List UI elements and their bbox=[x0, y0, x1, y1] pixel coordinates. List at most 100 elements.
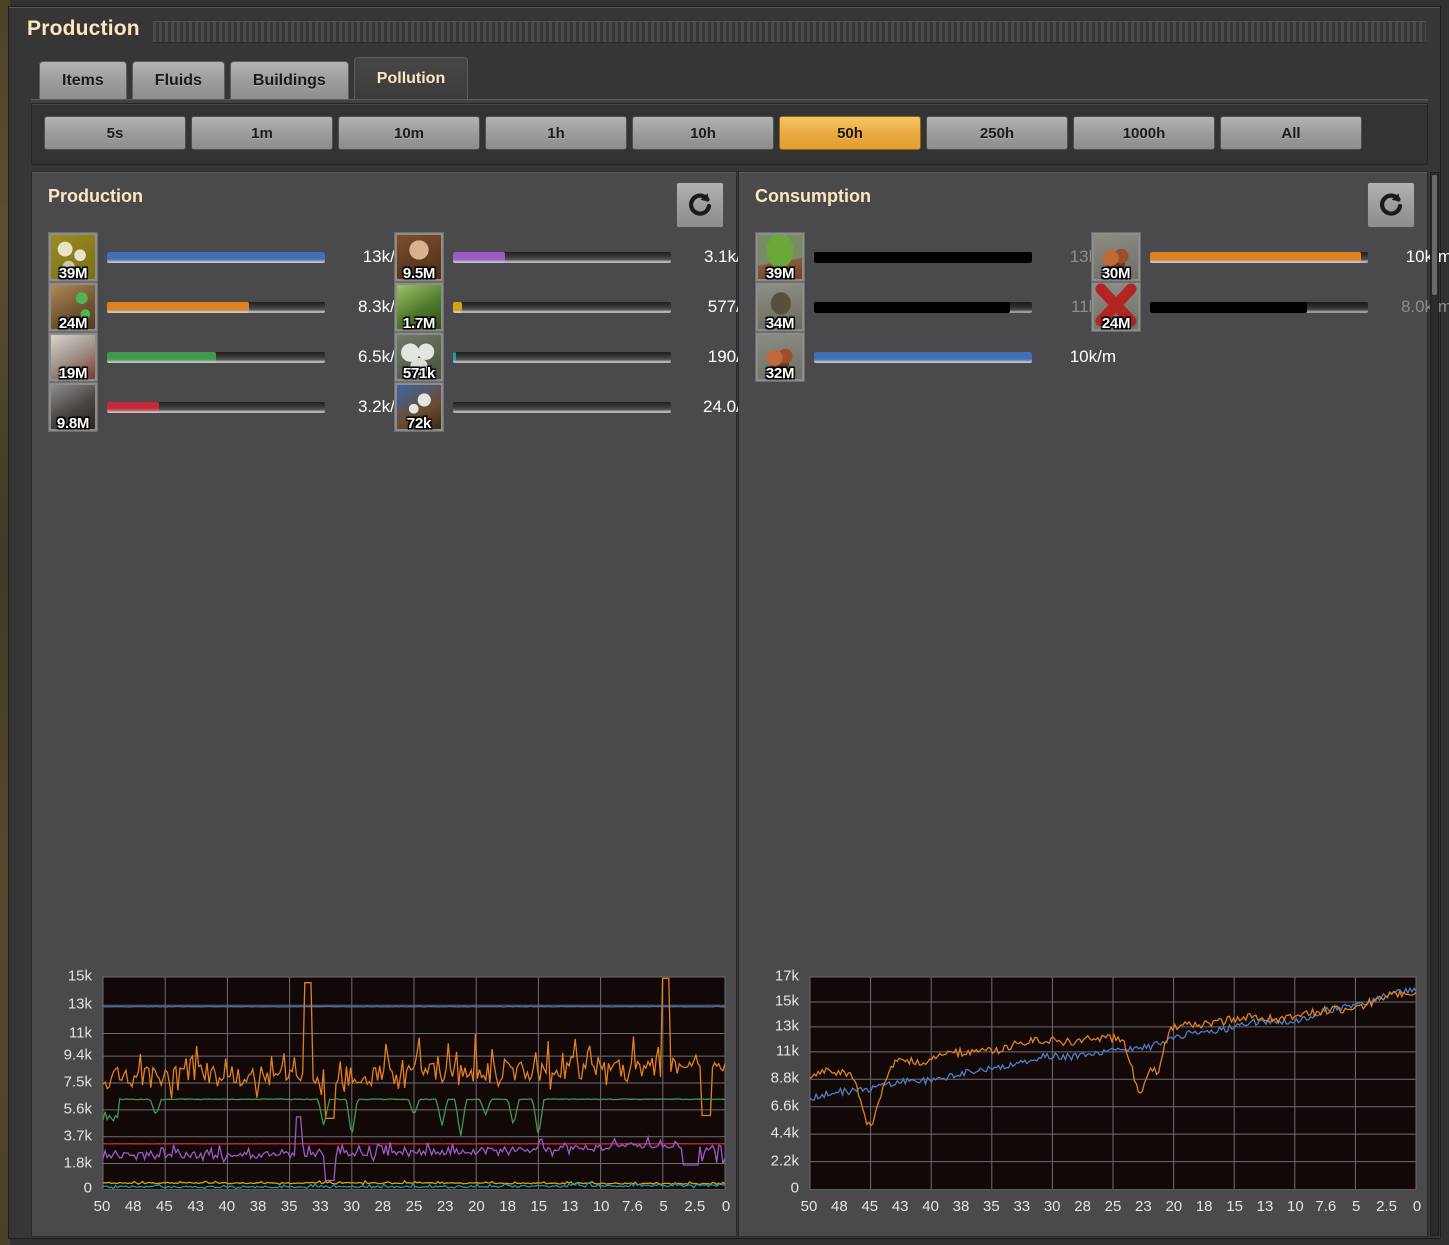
production-item-icon-slot[interactable]: 72k bbox=[394, 382, 444, 432]
y-tick-label: 3.7k bbox=[63, 1127, 92, 1145]
consumption-reset-button[interactable] bbox=[1367, 182, 1415, 228]
scrollbar-thumb[interactable] bbox=[1432, 175, 1437, 295]
time-range-all[interactable]: All bbox=[1220, 116, 1362, 150]
consumption-item-icon-slot[interactable]: 34M bbox=[755, 282, 805, 332]
time-range-10m[interactable]: 10m bbox=[338, 116, 480, 150]
production-item-row[interactable]: 1.7M 577/m bbox=[394, 282, 755, 332]
x-tick-label: 2.5 bbox=[684, 1198, 706, 1215]
x-tick-label: 23 bbox=[1135, 1198, 1152, 1215]
y-tick-label: 1.8k bbox=[63, 1154, 92, 1172]
x-tick-label: 10 bbox=[592, 1198, 610, 1215]
production-chart: 0 1.8k 3.7k 5.6k 7.5k 9.4k 11k 13k 15k 50 48 45 43 4… bbox=[40, 968, 731, 1228]
x-tick-label: 13 bbox=[561, 1198, 579, 1215]
production-item-row[interactable]: 24M 8.3k/m bbox=[48, 282, 409, 332]
x-tick-label: 20 bbox=[1165, 1198, 1183, 1215]
x-tick-label: 28 bbox=[374, 1198, 392, 1215]
tab-fluids[interactable]: Fluids bbox=[131, 61, 225, 101]
consumption-item-icon-slot[interactable]: 24M bbox=[1091, 282, 1141, 332]
time-range-bar: 5s 1m 10m 1h 10h 50h 250h 1000h All bbox=[31, 103, 1428, 165]
dialog-frame: Production Items Fluids Buildings Pollution… bbox=[8, 6, 1449, 1239]
time-range-1000h[interactable]: 1000h bbox=[1073, 116, 1215, 150]
production-item-row[interactable]: 9.8M 3.2k/m bbox=[48, 382, 409, 432]
consumption-item-row[interactable]: 39M13k/m bbox=[755, 232, 1116, 282]
time-range-1m[interactable]: 1m bbox=[191, 116, 333, 150]
production-item-bar bbox=[107, 401, 325, 413]
production-reset-button[interactable] bbox=[676, 182, 724, 228]
production-chart-y-axis: 0 1.8k 3.7k 5.6k 7.5k 9.4k 11k 13k 15k bbox=[40, 968, 98, 1197]
time-range-250h[interactable]: 250h bbox=[926, 116, 1068, 150]
x-tick-label: 48 bbox=[124, 1198, 142, 1215]
y-tick-label: 0 bbox=[790, 1179, 799, 1197]
time-range-10h[interactable]: 10h bbox=[632, 116, 774, 150]
x-tick-label: 13 bbox=[1256, 1198, 1274, 1215]
x-tick-label: 5 bbox=[659, 1198, 668, 1215]
production-item-bar bbox=[453, 351, 671, 363]
tab-label: Buildings bbox=[252, 72, 326, 89]
time-range-5s[interactable]: 5s bbox=[44, 116, 186, 150]
y-tick-label: 11k bbox=[68, 1024, 92, 1042]
consumption-item-row[interactable]: 32M 10k/m bbox=[755, 332, 1116, 382]
production-item-bar-fill bbox=[107, 301, 249, 313]
production-item-icon-slot[interactable]: 39M bbox=[48, 232, 98, 282]
x-tick-label: 25 bbox=[405, 1198, 423, 1215]
time-range-label: 1m bbox=[251, 124, 273, 142]
tab-bar: Items Fluids Buildings Pollution bbox=[39, 57, 473, 101]
consumption-item-bar bbox=[814, 351, 1032, 363]
x-tick-label: 33 bbox=[1013, 1198, 1031, 1215]
production-item-row[interactable]: 571k 190/m bbox=[394, 332, 755, 382]
production-item-bar bbox=[453, 401, 671, 413]
time-range-label: 1h bbox=[547, 124, 565, 142]
consumption-chart-plot bbox=[809, 976, 1417, 1190]
x-tick-label: 50 bbox=[800, 1198, 818, 1215]
x-tick-label: 35 bbox=[983, 1198, 1000, 1215]
x-tick-label: 50 bbox=[93, 1198, 111, 1215]
tab-pollution[interactable]: Pollution bbox=[353, 57, 469, 101]
tab-items[interactable]: Items bbox=[39, 61, 127, 101]
time-range-label: 5s bbox=[106, 124, 124, 142]
production-item-total-count: 24M bbox=[58, 315, 88, 332]
x-tick-label: 35 bbox=[280, 1198, 298, 1215]
production-item-total-count: 72k bbox=[406, 415, 432, 432]
consumption-item-icon-slot[interactable]: 32M bbox=[755, 332, 805, 382]
reset-arrow-icon bbox=[689, 193, 712, 216]
production-item-icon-slot[interactable]: 9.5M bbox=[394, 232, 444, 282]
production-item-icon-slot[interactable]: 571k bbox=[394, 332, 444, 382]
x-tick-label: 15 bbox=[1226, 1198, 1243, 1215]
window-drag-handle[interactable] bbox=[153, 21, 1426, 43]
x-tick-label: 30 bbox=[1043, 1198, 1061, 1215]
consumption-item-total-count: 24M bbox=[1101, 315, 1131, 332]
time-range-50h[interactable]: 50h bbox=[779, 116, 921, 150]
consumption-item-icon-slot[interactable]: 30M bbox=[1091, 232, 1141, 282]
production-item-icon-slot[interactable]: 24M bbox=[48, 282, 98, 332]
y-tick-label: 15k bbox=[774, 992, 799, 1010]
tab-buildings[interactable]: Buildings bbox=[229, 61, 349, 101]
consumption-item-row[interactable]: 24M 8.0k/m bbox=[1091, 282, 1449, 332]
time-range-label: 250h bbox=[979, 124, 1015, 142]
production-item-bar-fill bbox=[453, 251, 506, 263]
time-range-1h[interactable]: 1h bbox=[485, 116, 627, 150]
x-tick-label: 30 bbox=[343, 1198, 360, 1215]
x-tick-label: 18 bbox=[499, 1198, 516, 1215]
consumption-item-total-count: 39M bbox=[765, 265, 795, 282]
production-heading: Production bbox=[48, 186, 143, 206]
production-item-row[interactable]: 72k 24.0/m bbox=[394, 382, 755, 432]
y-tick-label: 17k bbox=[774, 967, 799, 985]
x-tick-label: 2.5 bbox=[1376, 1198, 1398, 1215]
production-item-total-count: 9.8M bbox=[56, 415, 90, 432]
x-tick-label: 40 bbox=[922, 1198, 939, 1215]
consumption-item-row[interactable]: 34M11k/m bbox=[755, 282, 1116, 332]
y-tick-label: 8.8k bbox=[770, 1069, 799, 1087]
production-item-icon-slot[interactable]: 19M bbox=[48, 332, 98, 382]
window-scrollbar[interactable] bbox=[1430, 172, 1439, 1236]
production-item-row[interactable]: 19M 6.5k/m bbox=[48, 332, 409, 382]
consumption-item-row[interactable]: 30M 10k/m bbox=[1091, 232, 1449, 282]
production-item-row[interactable]: 39M 13k/m bbox=[48, 232, 409, 282]
production-item-row[interactable]: 9.5M 3.1k/m bbox=[394, 232, 755, 282]
production-item-icon-slot[interactable]: 9.8M bbox=[48, 382, 98, 432]
x-tick-label: 45 bbox=[861, 1198, 879, 1215]
x-tick-label: 18 bbox=[1195, 1198, 1213, 1215]
consumption-item-total-count: 30M bbox=[1101, 265, 1131, 282]
production-item-icon-slot[interactable]: 1.7M bbox=[394, 282, 444, 332]
time-range-label: 50h bbox=[837, 124, 863, 142]
consumption-item-icon-slot[interactable]: 39M bbox=[755, 232, 805, 282]
